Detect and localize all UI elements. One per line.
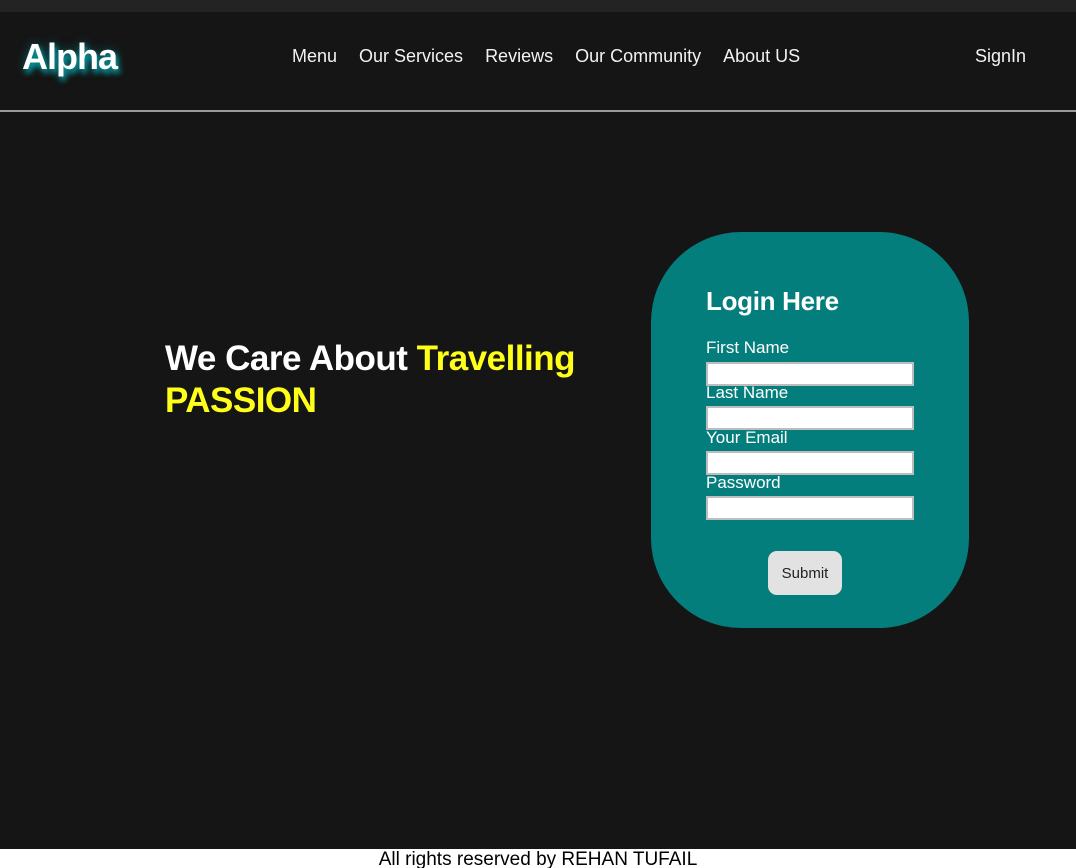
first-name-label: First Name [706, 338, 790, 357]
hero-heading: We Care About Travelling PASSION [165, 338, 595, 422]
main-nav: Menu Our Services Reviews Our Community … [292, 46, 800, 67]
submit-button[interactable]: Submit [768, 551, 842, 595]
email-field[interactable] [706, 451, 914, 475]
footer: All rights reserved by REHAN TUFAIL [0, 849, 1076, 868]
login-title: Login Here [706, 286, 839, 316]
nav-link-reviews[interactable]: Reviews [485, 46, 553, 67]
top-strip [0, 0, 1076, 12]
navbar: Alpha Menu Our Services Reviews Our Comm… [0, 12, 1076, 112]
logo[interactable]: Alpha [22, 36, 118, 78]
login-form: Login Here First Name Last Name Your Ema… [651, 232, 969, 628]
password-field[interactable] [706, 496, 914, 520]
last-name-label: Last Name [706, 383, 789, 402]
password-label: Password [706, 473, 781, 492]
email-label: Your Email [706, 428, 788, 447]
nav-link-our-services[interactable]: Our Services [359, 46, 463, 67]
nav-link-our-community[interactable]: Our Community [575, 46, 701, 67]
signin-link[interactable]: SignIn [975, 46, 1026, 67]
last-name-field[interactable] [706, 406, 914, 430]
nav-link-menu[interactable]: Menu [292, 46, 337, 67]
footer-text: All rights reserved by REHAN TUFAIL [378, 849, 698, 868]
nav-link-about-us[interactable]: About US [723, 46, 800, 67]
hero-heading-prefix: We Care About [165, 339, 417, 378]
